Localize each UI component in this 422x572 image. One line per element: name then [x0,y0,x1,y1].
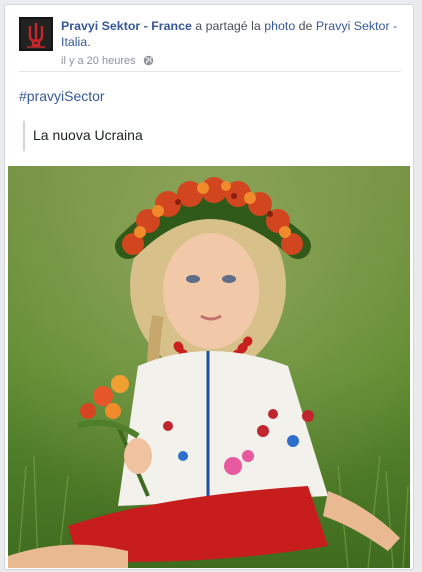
post-header: Pravyi Sektor - France a partagé la phot… [19,17,401,69]
post-card: Pravyi Sektor - France a partagé la phot… [4,4,414,570]
post-photo[interactable] [8,166,410,568]
from-text: de [295,19,316,33]
header-divider [19,71,401,72]
quote-bar [23,121,25,151]
photo-link[interactable]: photo [264,19,295,33]
quote-text: La nuova Ucraina [33,127,143,143]
hashtag-link[interactable]: #pravyiSector [19,87,105,105]
post-heading: Pravyi Sektor - France a partagé la phot… [61,18,401,50]
globe-icon[interactable] [143,55,154,66]
page-avatar[interactable] [19,17,53,51]
post-meta: il y a 20 heures [61,54,154,68]
shared-text: a partagé la [191,19,265,33]
page-name-link[interactable]: Pravyi Sektor - France [61,19,192,33]
timestamp-link[interactable]: il y a 20 heures [61,55,136,67]
period: . [87,35,91,49]
